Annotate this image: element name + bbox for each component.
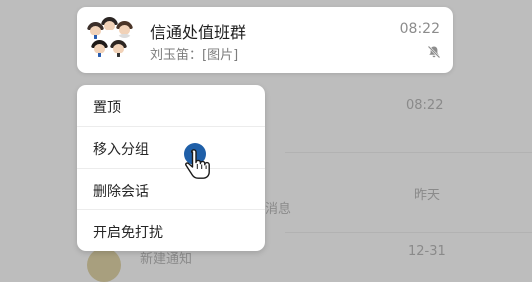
menu-item-label: 移入分组: [93, 142, 149, 158]
last-message-preview: 刘玉笛：[图片]: [150, 48, 239, 63]
divider: [285, 232, 532, 233]
background-row-preview: 消息: [265, 202, 292, 217]
chat-list-item[interactable]: 信通处值班群 刘玉笛：[图片] 08:22: [77, 7, 453, 73]
menu-item-do-not-disturb[interactable]: 开启免打扰: [77, 210, 265, 251]
background-row-time: 08:22: [406, 98, 444, 113]
menu-item-move-to-group[interactable]: 移入分组: [77, 127, 265, 168]
background-avatar: [87, 248, 121, 282]
menu-item-label: 删除会话: [93, 184, 149, 200]
menu-item-delete-conversation[interactable]: 删除会话: [77, 169, 265, 210]
group-avatar-icon: [87, 17, 133, 63]
menu-item-pin[interactable]: 置顶: [77, 85, 265, 126]
menu-item-label: 置顶: [93, 100, 121, 116]
menu-item-label: 开启免打扰: [93, 225, 163, 241]
hand-pointer-icon: [184, 143, 210, 179]
chat-timestamp: 08:22: [399, 21, 440, 37]
background-row-time: 12-31: [408, 244, 446, 259]
context-menu: 置顶 移入分组 删除会话 开启免打扰: [77, 85, 265, 251]
chat-title: 信通处值班群: [150, 23, 247, 42]
divider: [285, 152, 532, 153]
bell-off-icon: [427, 45, 441, 59]
background-row-time: 昨天: [414, 188, 441, 203]
